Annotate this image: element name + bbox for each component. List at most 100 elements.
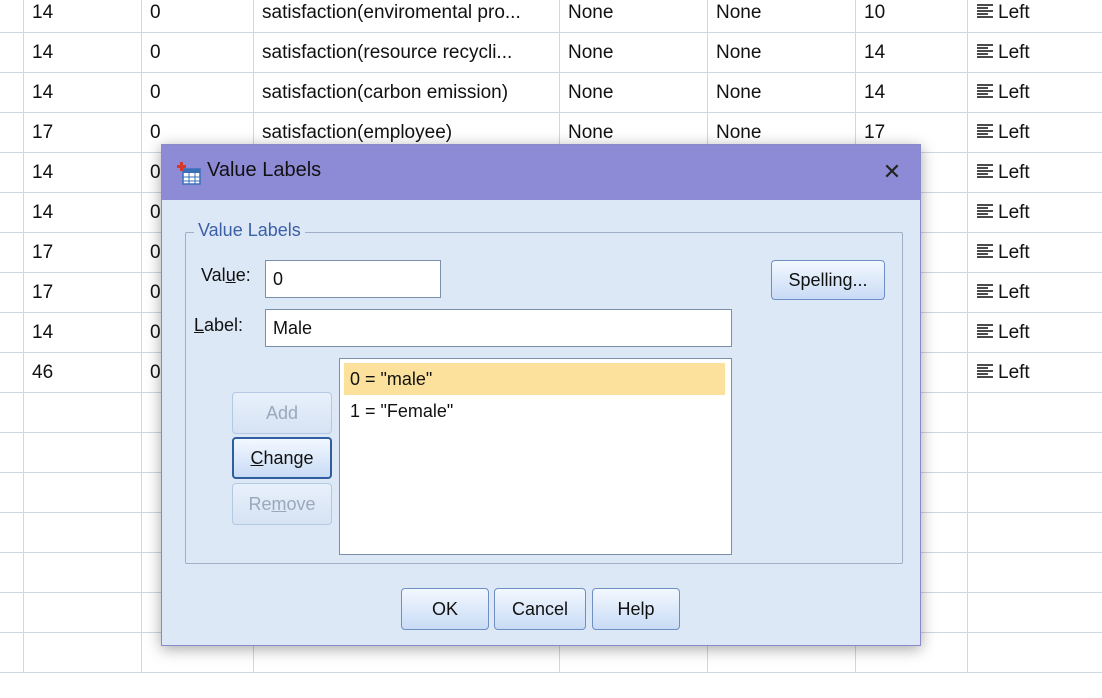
dialog-titlebar[interactable]: Value Labels ✕: [162, 145, 920, 200]
align-cell[interactable]: Left: [968, 273, 1102, 313]
decimals-cell-text: 0: [150, 362, 161, 383]
width-cell[interactable]: 17: [24, 273, 142, 313]
values-cell[interactable]: None: [560, 33, 708, 73]
align-cell-text: Left: [998, 242, 1030, 263]
decimals-cell[interactable]: 0: [142, 73, 254, 113]
width-cell[interactable]: 14: [24, 193, 142, 233]
width-cell[interactable]: 14: [24, 33, 142, 73]
width-cell[interactable]: [24, 593, 142, 633]
width-cell[interactable]: 17: [24, 233, 142, 273]
decimals-cell-text: 0: [150, 82, 161, 103]
width-cell[interactable]: [24, 633, 142, 673]
missing-cell-text: None: [716, 82, 762, 103]
row-gutter: [0, 473, 24, 513]
align-cell[interactable]: Left: [968, 353, 1102, 393]
width-cell[interactable]: [24, 393, 142, 433]
align-cell[interactable]: [968, 393, 1102, 433]
align-cell[interactable]: [968, 473, 1102, 513]
change-button[interactable]: Change: [232, 437, 332, 479]
width-cell[interactable]: [24, 433, 142, 473]
align-cell[interactable]: Left: [968, 0, 1102, 33]
label-cell-text: satisfaction(enviromental pro...: [262, 2, 521, 23]
align-cell-text: Left: [998, 162, 1030, 183]
ok-button[interactable]: OK: [401, 588, 489, 630]
width-cell[interactable]: 14: [24, 73, 142, 113]
missing-cell[interactable]: None: [708, 73, 856, 113]
align-cell[interactable]: [968, 593, 1102, 633]
label-cell-text: satisfaction(carbon emission): [262, 82, 509, 103]
missing-cell[interactable]: None: [708, 0, 856, 33]
align-cell[interactable]: Left: [968, 153, 1102, 193]
list-item[interactable]: 1 = "Female": [344, 395, 725, 427]
width-cell[interactable]: [24, 553, 142, 593]
width-cell-text: 14: [32, 42, 54, 63]
row-gutter: [0, 153, 24, 193]
cancel-button[interactable]: Cancel: [494, 588, 586, 630]
align-left-icon: [977, 364, 993, 379]
value-input[interactable]: [265, 260, 441, 298]
align-cell-text: Left: [998, 282, 1030, 303]
width-cell-text: 17: [32, 242, 54, 263]
table-row: 14 0 satisfaction(carbon emission) None None…: [0, 73, 1102, 113]
columns-cell-text: 14: [864, 82, 886, 103]
align-cell[interactable]: Left: [968, 113, 1102, 153]
row-gutter: [0, 633, 24, 673]
values-cell[interactable]: None: [560, 0, 708, 33]
row-gutter: [0, 193, 24, 233]
align-left-icon: [977, 204, 993, 219]
width-cell[interactable]: 14: [24, 0, 142, 33]
decimals-cell[interactable]: 0: [142, 33, 254, 73]
label-cell[interactable]: satisfaction(enviromental pro...: [254, 0, 560, 33]
align-cell[interactable]: [968, 553, 1102, 593]
columns-cell[interactable]: 10: [856, 0, 968, 33]
align-cell[interactable]: Left: [968, 73, 1102, 113]
close-button[interactable]: ✕: [874, 154, 910, 190]
add-button[interactable]: Add: [232, 392, 332, 434]
align-cell[interactable]: [968, 433, 1102, 473]
missing-cell-text: None: [716, 2, 762, 23]
align-left-icon: [977, 84, 993, 99]
width-cell[interactable]: 14: [24, 313, 142, 353]
value-labels-list[interactable]: 0 = "male" 1 = "Female": [339, 358, 732, 555]
list-item[interactable]: 0 = "male": [344, 363, 725, 395]
width-cell[interactable]: 17: [24, 113, 142, 153]
width-cell-text: 14: [32, 82, 54, 103]
row-gutter: [0, 593, 24, 633]
align-cell[interactable]: Left: [968, 33, 1102, 73]
row-gutter: [0, 313, 24, 353]
decimals-cell-text: 0: [150, 282, 161, 303]
width-cell[interactable]: [24, 473, 142, 513]
columns-cell-text: 10: [864, 2, 886, 23]
align-cell[interactable]: [968, 513, 1102, 553]
align-cell[interactable]: Left: [968, 313, 1102, 353]
width-cell[interactable]: 46: [24, 353, 142, 393]
decimals-cell-text: 0: [150, 202, 161, 223]
help-button[interactable]: Help: [592, 588, 680, 630]
align-cell[interactable]: Left: [968, 233, 1102, 273]
align-cell-text: Left: [998, 202, 1030, 223]
columns-cell[interactable]: 14: [856, 73, 968, 113]
label-cell[interactable]: satisfaction(carbon emission): [254, 73, 560, 113]
width-cell-text: 14: [32, 202, 54, 223]
align-cell[interactable]: [968, 633, 1102, 673]
value-labels-icon: [177, 162, 201, 185]
missing-cell[interactable]: None: [708, 33, 856, 73]
label-field-label: Label:: [194, 315, 244, 335]
width-cell[interactable]: 14: [24, 153, 142, 193]
label-input[interactable]: [265, 309, 732, 347]
values-cell[interactable]: None: [560, 73, 708, 113]
columns-cell[interactable]: 14: [856, 33, 968, 73]
spelling-button[interactable]: Spelling...: [771, 260, 885, 300]
row-gutter: [0, 0, 24, 33]
align-cell-text: Left: [998, 322, 1030, 343]
columns-cell-text: 17: [864, 122, 886, 143]
decimals-cell[interactable]: 0: [142, 0, 254, 33]
remove-button[interactable]: Remove: [232, 483, 332, 525]
align-cell[interactable]: Left: [968, 193, 1102, 233]
align-cell-text: Left: [998, 42, 1030, 63]
align-left-icon: [977, 124, 993, 139]
group-title: Value Labels: [194, 220, 305, 241]
width-cell[interactable]: [24, 513, 142, 553]
label-cell[interactable]: satisfaction(resource recycli...: [254, 33, 560, 73]
decimals-cell-text: 0: [150, 122, 161, 143]
